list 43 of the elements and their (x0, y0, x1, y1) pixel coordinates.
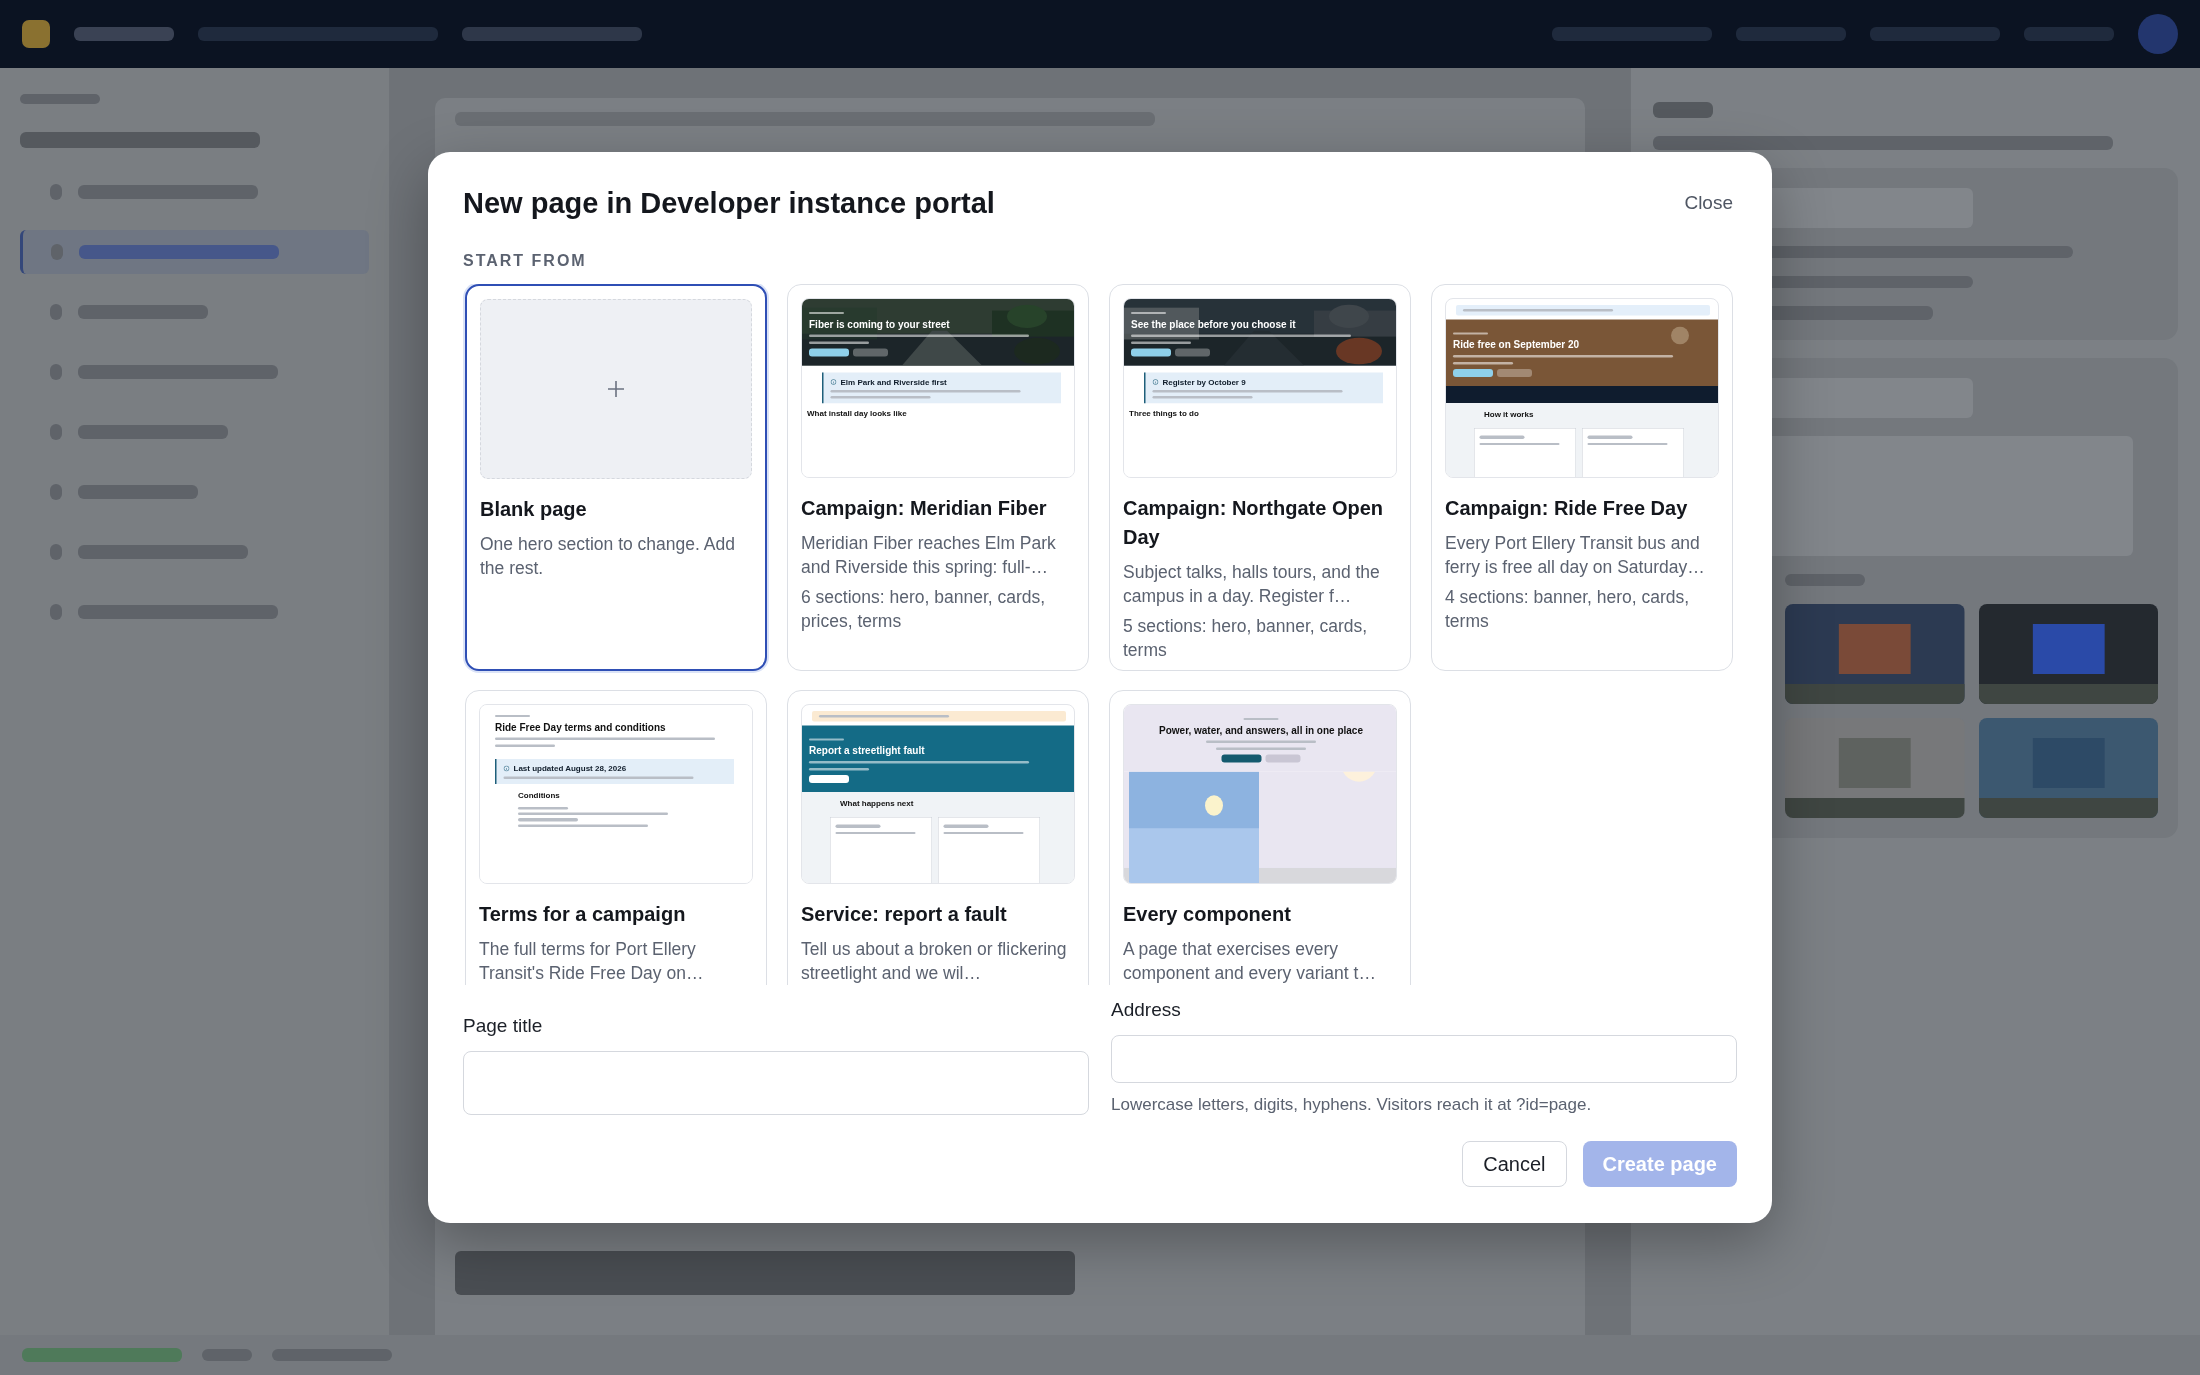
template-sections: 4 sections: banner, hero, cards, terms (1445, 585, 1719, 634)
template-title: Every component (1123, 902, 1292, 927)
thumbnail-heading: Report a streetlight fault (809, 745, 926, 757)
template-card[interactable]: Power, water, and answers, all in one place Every component A page that exercises every component and every variant t… (1109, 690, 1411, 985)
callout-title: Last updated August 28, 2026 (513, 764, 627, 773)
thumbnail-heading: Fiber is coming to your street (809, 318, 951, 330)
template-title: Service: report a fault (801, 902, 1008, 927)
dialog-title: New page in Developer instance portal (463, 186, 995, 220)
thumbnail-section-heading: How it works (1483, 409, 1535, 421)
thumbnail-section-heading: Conditions (517, 790, 561, 802)
template-description: Subject talks, halls tours, and the campus in a day. Register f… (1123, 561, 1381, 609)
close-button[interactable]: Close (1680, 186, 1737, 220)
thumbnail-section-heading: What happens next (839, 798, 915, 810)
callout-title: Elm Park and Riverside first (840, 377, 947, 387)
template-sections: 6 sections: hero, banner, cards, prices, terms (801, 585, 1075, 634)
callout-title: Register by October 9 (1162, 377, 1246, 387)
thumbnail-heading: Ride free on September 20 (1453, 339, 1581, 351)
template-description: One hero section to change. Add the rest. (480, 533, 736, 581)
thumbnail-heading: See the place before you choose it (1131, 318, 1297, 330)
template-card[interactable]: Ride Free Day terms and conditions Last updated August 28, 2026 Conditions Terms for a campaign The full terms for Port Ellery Transit's Ride Free Day on… (465, 690, 767, 985)
section-label: START FROM (463, 252, 588, 270)
template-title: Terms for a campaign (479, 902, 687, 927)
template-title: Blank page (480, 497, 588, 522)
template-description: The full terms for Port Ellery Transit's Ride Free Day on… (479, 938, 705, 985)
thumbnail-heading: Ride Free Day terms and conditions (495, 721, 667, 733)
cancel-button[interactable]: Cancel (1462, 1141, 1567, 1187)
template-description: Tell us about a broken or flickering streetlight and we wil… (801, 938, 1068, 985)
template-title: Campaign: Ride Free Day (1445, 496, 1689, 521)
field-hint: Lowercase letters, digits, hyphens. Visitors reach it at ?id=page. (1111, 1095, 1593, 1115)
thumbnail-section-heading: What install day looks like (806, 407, 908, 419)
template-title: Campaign: Northgate Open Day (1123, 496, 1384, 550)
template-description: Every Port Ellery Transit bus and ferry is free all day on Saturday… (1445, 532, 1706, 580)
field-label: Page title (463, 1015, 544, 1037)
field-label: Address (1111, 999, 1182, 1021)
thumbnail-heading: Power, water, and answers, all in one place (1159, 724, 1363, 736)
template-title: Campaign: Meridian Fiber (801, 496, 1048, 521)
template-card[interactable]: Report a streetlight fault What happens next Service: report a fault Tell us about a broken or flickering streetlight and we wil… (787, 690, 1089, 985)
template-card[interactable]: Ride free on September 20 How it works Campaign: Ride Free Day Every Port Ellery Transit bus and ferry is free all day on Saturday… 4 sections: banner, hero, cards, terms (1431, 284, 1733, 671)
template-sections: 5 sections: hero, banner, cards, terms (1123, 614, 1397, 663)
thumbnail-section-heading: Three things to do (1128, 407, 1200, 419)
template-card[interactable]: Blank page One hero section to change. Add the rest. (465, 284, 767, 671)
template-description: A page that exercises every component and every variant t… (1123, 938, 1377, 985)
template-description: Meridian Fiber reaches Elm Park and Riverside this spring: full-… (801, 532, 1057, 580)
